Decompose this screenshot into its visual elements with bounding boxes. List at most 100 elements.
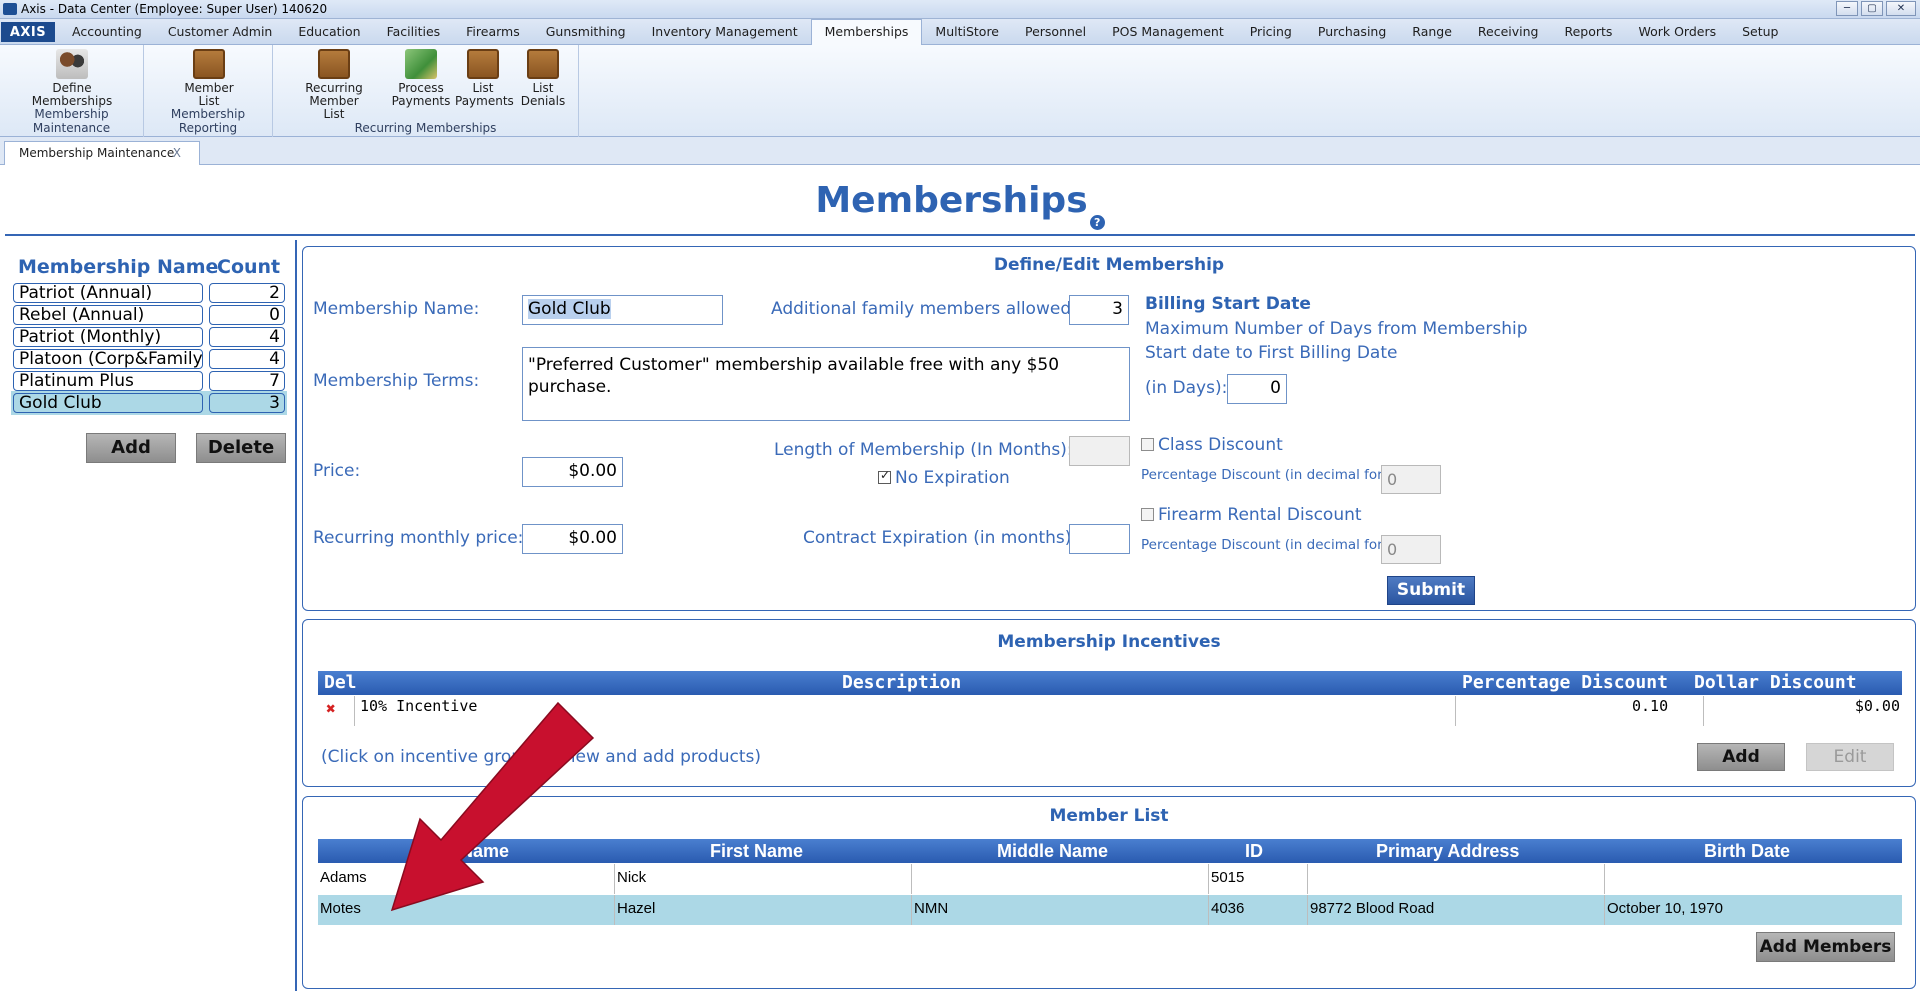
tab-facilities[interactable]: Facilities bbox=[374, 20, 454, 44]
recurring-price-input[interactable]: $0.00 bbox=[522, 524, 623, 554]
class-discount-checkbox[interactable] bbox=[1141, 438, 1154, 451]
price-input[interactable]: $0.00 bbox=[522, 457, 623, 487]
contract-expiration-input[interactable] bbox=[1069, 524, 1130, 554]
process-payments-button[interactable]: Process Payments bbox=[389, 49, 453, 108]
tab-firearms[interactable]: Firearms bbox=[453, 20, 533, 44]
membership-name-value: Gold Club bbox=[528, 299, 611, 319]
tab-accounting[interactable]: Accounting bbox=[59, 20, 155, 44]
family-members-label: Additional family members allowed: bbox=[771, 299, 1077, 319]
member-list-button[interactable]: Member List bbox=[174, 49, 244, 108]
membership-name: Patriot (Annual) bbox=[13, 283, 203, 303]
billing-start-date-title: Billing Start Date bbox=[1145, 294, 1311, 314]
member-last-name: Adams bbox=[320, 869, 367, 886]
tab-multistore[interactable]: MultiStore bbox=[922, 20, 1012, 44]
incentives-grid-header: Del Description Percentage Discount Doll… bbox=[318, 671, 1902, 695]
add-membership-button[interactable]: Add bbox=[86, 433, 176, 463]
firearm-pct-input[interactable]: 0 bbox=[1381, 535, 1441, 564]
class-pct-input[interactable]: 0 bbox=[1381, 465, 1441, 494]
delete-x-icon[interactable]: ✖ bbox=[324, 701, 338, 717]
add-incentive-button[interactable]: Add bbox=[1697, 743, 1785, 771]
tab-education[interactable]: Education bbox=[285, 20, 373, 44]
membership-list-pane: Membership Name Count Patriot (Annual) 2… bbox=[5, 240, 291, 991]
clipboard-icon bbox=[193, 49, 225, 79]
membership-row[interactable]: Platinum Plus 7 bbox=[13, 371, 285, 391]
help-icon[interactable]: ? bbox=[1089, 215, 1105, 230]
clipboard-icon bbox=[318, 49, 350, 79]
doc-tab-membership-maintenance[interactable]: Membership Maintenance X bbox=[4, 141, 200, 165]
window-title: Axis - Data Center (Employee: Super User… bbox=[21, 2, 328, 16]
cell-divider bbox=[614, 895, 615, 925]
membership-row[interactable]: Platoon (Corp&Family) 4 bbox=[13, 349, 285, 369]
tab-memberships[interactable]: Memberships bbox=[810, 19, 923, 45]
list-payments-button[interactable]: List Payments bbox=[455, 49, 514, 108]
membership-terms-input[interactable]: "Preferred Customer" membership availabl… bbox=[522, 347, 1130, 421]
col-dollar-discount: Dollar Discount bbox=[1694, 672, 1857, 693]
menu-bar: AXIS Accounting Customer Admin Education… bbox=[0, 19, 1920, 45]
tab-inventory-management[interactable]: Inventory Management bbox=[639, 20, 811, 44]
define-memberships-button[interactable]: Define Memberships bbox=[22, 49, 122, 108]
tab-customer-admin[interactable]: Customer Admin bbox=[155, 20, 286, 44]
membership-count: 2 bbox=[209, 283, 285, 303]
delete-membership-button[interactable]: Delete bbox=[196, 433, 286, 463]
incentive-description: 10% Incentive bbox=[360, 697, 478, 715]
membership-terms-label: Membership Terms: bbox=[313, 371, 480, 391]
title-divider bbox=[5, 234, 1915, 236]
no-expiration-checkbox[interactable] bbox=[878, 468, 891, 484]
member-row[interactable]: Adams Nick 5015 bbox=[318, 864, 1902, 894]
membership-row[interactable]: Rebel (Annual) 0 bbox=[13, 305, 285, 325]
member-list-title: Member List bbox=[1049, 806, 1169, 826]
billing-description-line1: Maximum Number of Days from Membership bbox=[1145, 319, 1528, 339]
ribbon-button-label: Recurring Member bbox=[305, 81, 363, 108]
maximize-button[interactable]: ▢ bbox=[1861, 1, 1883, 16]
cell-divider bbox=[1703, 696, 1704, 726]
membership-row-selected[interactable]: Gold Club 3 bbox=[11, 391, 287, 415]
incentive-row[interactable]: ✖ 10% Incentive 0.10 $0.00 bbox=[318, 696, 1902, 726]
member-id: 4036 bbox=[1211, 900, 1245, 917]
membership-row[interactable]: Patriot (Monthly) 4 bbox=[13, 327, 285, 347]
ribbon: Define Memberships Membership Maintenanc… bbox=[0, 45, 1920, 137]
tab-personnel[interactable]: Personnel bbox=[1012, 20, 1099, 44]
tab-purchasing[interactable]: Purchasing bbox=[1305, 20, 1399, 44]
app-icon bbox=[3, 3, 17, 15]
tab-work-orders[interactable]: Work Orders bbox=[1625, 20, 1729, 44]
tab-pos-management[interactable]: POS Management bbox=[1099, 20, 1237, 44]
tab-reports[interactable]: Reports bbox=[1551, 20, 1625, 44]
member-row-selected[interactable]: Motes Hazel NMN 4036 98772 Blood Road Oc… bbox=[318, 895, 1902, 925]
pane-divider bbox=[295, 240, 297, 991]
close-tab-icon[interactable]: X bbox=[173, 142, 181, 164]
member-first-name: Nick bbox=[617, 869, 647, 886]
membership-count: 4 bbox=[209, 327, 285, 347]
cell-divider bbox=[1307, 895, 1308, 925]
page-title: Memberships? bbox=[0, 180, 1920, 230]
tab-range[interactable]: Range bbox=[1399, 20, 1465, 44]
minimize-button[interactable]: ─ bbox=[1836, 1, 1858, 16]
col-last-name: Last Name bbox=[418, 841, 510, 861]
ribbon-group-label: Recurring Memberships bbox=[354, 121, 497, 135]
cell-divider bbox=[1604, 864, 1605, 894]
firearm-rental-discount-checkbox[interactable] bbox=[1141, 508, 1154, 521]
ribbon-group-label: Membership Maintenance bbox=[32, 107, 111, 135]
tab-receiving[interactable]: Receiving bbox=[1465, 20, 1552, 44]
tab-pricing[interactable]: Pricing bbox=[1237, 20, 1305, 44]
membership-name-input[interactable]: Gold Club bbox=[522, 295, 723, 325]
tab-setup[interactable]: Setup bbox=[1729, 20, 1791, 44]
ribbon-button-label: Denials bbox=[520, 94, 566, 108]
billing-days-input[interactable]: 0 bbox=[1227, 374, 1287, 404]
member-last-name: Motes bbox=[320, 900, 361, 917]
close-button[interactable]: ✕ bbox=[1886, 1, 1916, 16]
membership-count: 7 bbox=[209, 371, 285, 391]
contract-expiration-label: Contract Expiration (in months): bbox=[803, 528, 1078, 548]
submit-button[interactable]: Submit bbox=[1387, 576, 1475, 605]
family-members-input[interactable]: 3 bbox=[1069, 295, 1129, 325]
add-members-button[interactable]: Add Members bbox=[1756, 932, 1895, 962]
define-edit-title: Define/Edit Membership bbox=[993, 255, 1225, 275]
recurring-member-list-button[interactable]: Recurring Member List bbox=[279, 49, 389, 121]
membership-name-header: Membership Name bbox=[18, 256, 219, 278]
length-of-membership-input[interactable] bbox=[1069, 436, 1130, 466]
edit-incentive-button[interactable]: Edit bbox=[1806, 743, 1894, 771]
list-denials-button[interactable]: List Denials bbox=[515, 49, 571, 108]
col-description: Description bbox=[842, 672, 962, 693]
tab-gunsmithing[interactable]: Gunsmithing bbox=[533, 20, 639, 44]
membership-row[interactable]: Patriot (Annual) 2 bbox=[13, 283, 285, 303]
axis-logo[interactable]: AXIS bbox=[1, 22, 55, 42]
